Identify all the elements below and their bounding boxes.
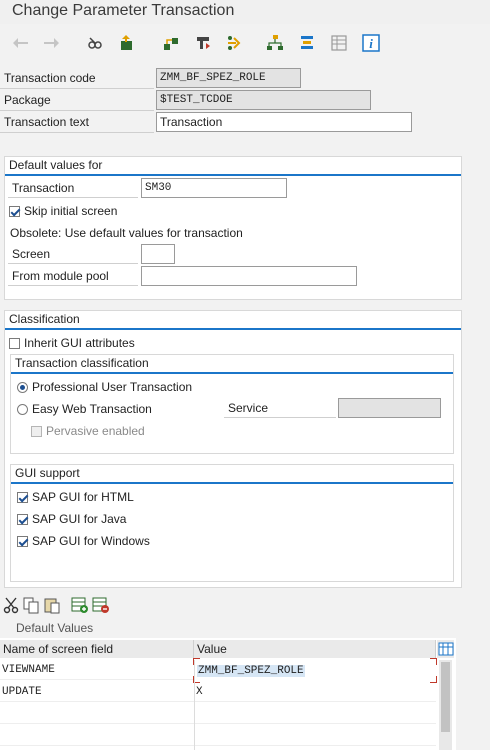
column-header-field[interactable]: Name of screen field <box>0 640 194 658</box>
pervasive-row: Pervasive enabled <box>31 424 145 438</box>
easy-web-row[interactable]: Easy Web Transaction <box>17 402 152 416</box>
table-row-2-value[interactable]: X <box>194 682 436 702</box>
default-transaction-label: Transaction <box>8 178 138 198</box>
hierarchy-icon[interactable] <box>264 32 286 54</box>
transaction-code-field: ZMM_BF_SPEZ_ROLE <box>156 68 301 88</box>
gui-support-title: GUI support <box>15 466 80 480</box>
screen-label: Screen <box>8 244 138 264</box>
skip-initial-screen-row[interactable]: Skip initial screen <box>9 204 117 218</box>
service-label: Service <box>224 398 336 418</box>
service-field <box>338 398 441 418</box>
classification-title: Classification <box>9 312 80 326</box>
forward-arrow-icon[interactable] <box>40 32 62 54</box>
package-field: $TEST_TCDOE <box>156 90 371 110</box>
where-used-icon[interactable] <box>192 32 214 54</box>
table-row-2-field: UPDATE <box>0 682 194 702</box>
obsolete-note: Obsolete: Use default values for transac… <box>10 226 243 240</box>
object-list-icon[interactable] <box>160 32 182 54</box>
pervasive-checkbox <box>31 425 42 437</box>
insert-row-icon[interactable] <box>71 596 89 614</box>
column-settings-icon[interactable] <box>437 640 454 658</box>
column-header-value[interactable]: Value <box>194 640 436 658</box>
inherit-gui-checkbox[interactable] <box>9 337 20 349</box>
inherit-gui-label: Inherit GUI attributes <box>24 336 135 350</box>
screen-input[interactable] <box>141 244 175 264</box>
info-icon[interactable]: i <box>360 32 382 54</box>
module-pool-label: From module pool <box>8 266 138 286</box>
skip-initial-screen-label: Skip initial screen <box>24 204 118 218</box>
table-row-empty[interactable] <box>0 726 194 746</box>
easy-web-radio[interactable] <box>17 403 28 415</box>
gui-support-header: GUI support <box>11 465 453 484</box>
focus-corner-tr <box>430 658 437 665</box>
table-icon[interactable] <box>328 32 350 54</box>
gui-java-checkbox[interactable] <box>17 513 28 525</box>
table-title: Default Values <box>16 621 94 635</box>
table-row-1-field: VIEWNAME <box>0 660 194 680</box>
professional-row[interactable]: Professional User Transaction <box>17 380 192 394</box>
table-row-1-value-text[interactable]: ZMM_BF_SPEZ_ROLE <box>197 665 305 677</box>
transaction-text-label: Transaction text <box>0 112 154 133</box>
display-change-icon[interactable] <box>84 32 106 54</box>
skip-initial-screen-checkbox[interactable] <box>9 205 20 217</box>
default-transaction-input[interactable]: SM30 <box>141 178 287 198</box>
easy-web-label: Easy Web Transaction <box>32 402 152 416</box>
inherit-gui-row[interactable]: Inherit GUI attributes <box>9 336 135 350</box>
table-row-empty[interactable] <box>194 726 436 746</box>
table-scrollbar-thumb[interactable] <box>441 662 450 732</box>
gui-html-label: SAP GUI for HTML <box>32 490 134 504</box>
svg-text:i: i <box>369 36 373 51</box>
transaction-code-label: Transaction code <box>0 68 154 89</box>
gui-java-row[interactable]: SAP GUI for Java <box>17 512 126 526</box>
gui-html-checkbox[interactable] <box>17 491 28 503</box>
gui-java-label: SAP GUI for Java <box>32 512 127 526</box>
back-arrow-icon[interactable] <box>10 32 32 54</box>
default-values-header: Default values for <box>5 157 461 176</box>
classification-header: Classification <box>5 311 461 330</box>
table-row-1-value[interactable]: ZMM_BF_SPEZ_ROLE <box>194 660 436 680</box>
other-object-icon[interactable] <box>116 32 138 54</box>
professional-label: Professional User Transaction <box>32 380 193 394</box>
navigate-icon[interactable] <box>224 32 246 54</box>
stack-icon[interactable] <box>296 32 318 54</box>
application-toolbar: i <box>0 28 490 58</box>
professional-radio[interactable] <box>17 381 28 393</box>
cut-icon[interactable] <box>2 596 20 614</box>
gui-windows-row[interactable]: SAP GUI for Windows <box>17 534 150 548</box>
default-values-title: Default values for <box>9 158 103 172</box>
title-bar: Change Parameter Transaction <box>0 0 490 24</box>
transaction-text-input[interactable]: Transaction <box>156 112 412 132</box>
gui-windows-label: SAP GUI for Windows <box>32 534 150 548</box>
gui-windows-checkbox[interactable] <box>17 535 28 547</box>
paste-icon[interactable] <box>43 596 61 614</box>
transaction-classification-title: Transaction classification <box>15 356 149 370</box>
copy-icon[interactable] <box>22 596 40 614</box>
gui-html-row[interactable]: SAP GUI for HTML <box>17 490 134 504</box>
module-pool-input[interactable] <box>141 266 357 286</box>
table-row-empty[interactable] <box>194 704 436 724</box>
package-label: Package <box>0 90 154 111</box>
window-title: Change Parameter Transaction <box>12 2 235 19</box>
column-divider <box>194 660 195 750</box>
transaction-classification-header: Transaction classification <box>11 355 453 374</box>
delete-row-icon[interactable] <box>92 596 110 614</box>
pervasive-label: Pervasive enabled <box>46 424 145 438</box>
table-title-bar: Default Values <box>0 618 456 638</box>
table-row-empty[interactable] <box>0 704 194 724</box>
